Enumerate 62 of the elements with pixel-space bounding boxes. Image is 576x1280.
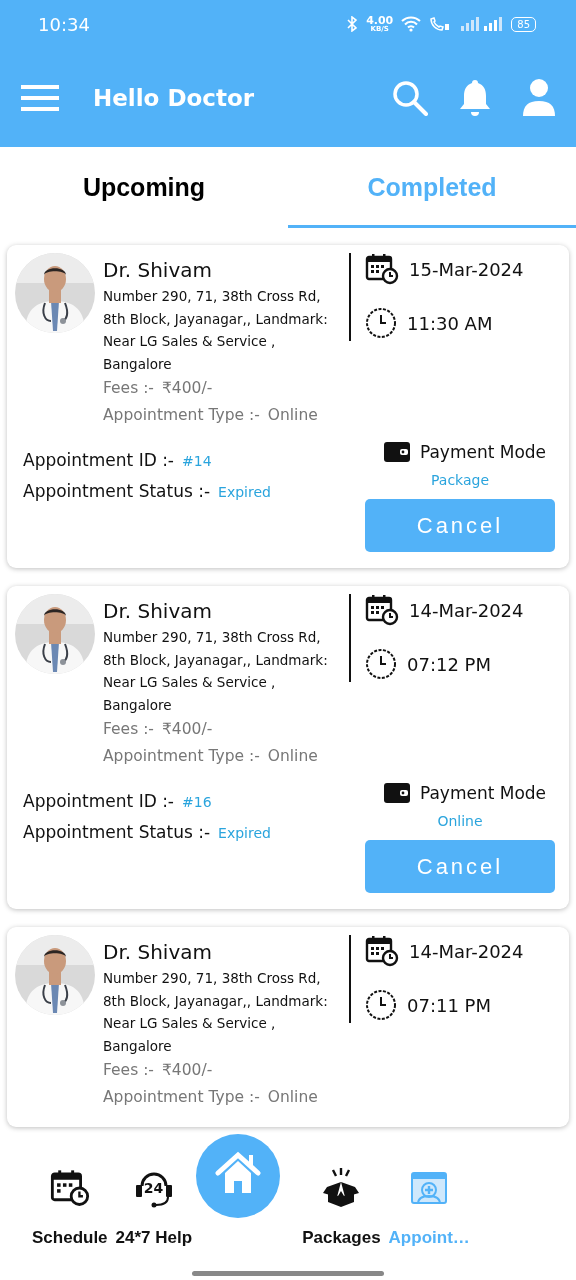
calendar-clock-icon: [365, 935, 399, 967]
wifi-icon: [401, 16, 422, 32]
payment-mode: Package: [431, 471, 489, 490]
fees-value: ₹400/-: [161, 1060, 213, 1081]
search-icon[interactable]: [392, 79, 428, 116]
battery-level: 85: [511, 16, 536, 32]
fees-label: Fees :-: [103, 378, 154, 399]
id-label: Appointment ID :-: [23, 790, 174, 813]
clock-icon: [365, 307, 397, 339]
status-time: 10:34: [38, 13, 90, 35]
status-label: Appointment Status :-: [23, 821, 211, 844]
calendar-clock-icon: [365, 594, 399, 626]
bell-icon[interactable]: [458, 77, 492, 118]
clock-icon: [365, 648, 397, 680]
id-label: Appointment ID :-: [23, 449, 174, 472]
house-icon: [214, 1151, 263, 1195]
wifi-call-icon: [429, 16, 452, 32]
nav-tab[interactable]: 24 24*7 Help: [111, 1152, 197, 1248]
fees-value: ₹400/-: [161, 719, 213, 740]
doctor-address: Number 290, 71, 38th Cross Rd, 8th Block, Jayanagar,, Landmark: Near LG Sales & Service , Bangalore: [103, 628, 329, 715]
nav-tab[interactable]: Packages: [298, 1152, 385, 1248]
appointment-date: 14-Mar-2024: [409, 940, 524, 962]
wallet-icon: [383, 442, 410, 462]
fees-label: Fees :-: [103, 719, 154, 740]
app-title: Hello Doctor: [93, 84, 256, 111]
bluetooth-icon: [346, 16, 359, 32]
calendar-clock-icon: [49, 1168, 90, 1208]
payment-mode: Online: [437, 812, 483, 831]
type-label: Appointment Type :-: [103, 746, 260, 767]
type-label: Appointment Type :-: [103, 405, 260, 426]
signal-icon: [459, 16, 504, 32]
appointment-time: 07:12 PM: [407, 653, 491, 675]
appointment-time: 07:11 PM: [407, 994, 491, 1016]
menu-icon[interactable]: [21, 84, 59, 111]
nav-tab[interactable]: Schedule: [28, 1152, 112, 1248]
doctor-name: Dr. Shivam: [103, 939, 213, 965]
type-label: Appointment Type :-: [103, 1087, 260, 1108]
open-box-icon: [321, 1168, 362, 1208]
status-label: Appointment Status :-: [23, 480, 211, 503]
appointment-status: Expired: [218, 483, 271, 502]
appointment-id: #14: [182, 452, 212, 471]
appointment-date: 15-Mar-2024: [409, 258, 524, 280]
clock-icon: [365, 989, 397, 1021]
help-icon-label: 24: [143, 1180, 164, 1196]
type-value: Online: [267, 746, 318, 767]
payment-label: Payment Mode: [419, 441, 547, 464]
doctor-address: Number 290, 71, 38th Cross Rd, 8th Block, Jayanagar,, Landmark: Near LG Sales & Service , Bangalore: [103, 287, 329, 374]
type-value: Online: [267, 1087, 318, 1108]
appointment-id: #16: [182, 793, 212, 812]
payment-label: Payment Mode: [419, 782, 547, 805]
fees-value: ₹400/-: [161, 378, 213, 399]
doctor-name: Dr. Shivam: [103, 598, 213, 624]
doctor-address: Number 290, 71, 38th Cross Rd, 8th Block, Jayanagar,, Landmark: Near LG Sales & Service , Bangalore: [103, 969, 329, 1056]
fees-label: Fees :-: [103, 1060, 154, 1081]
user-icon[interactable]: [522, 77, 556, 118]
appointment-status: Expired: [218, 824, 271, 843]
calendar-clock-icon: [365, 253, 399, 285]
doctor-name: Dr. Shivam: [103, 257, 213, 283]
appointment-date: 14-Mar-2024: [409, 599, 524, 621]
wallet-icon: [383, 783, 410, 803]
type-value: Online: [267, 405, 318, 426]
appointment-time: 11:30 AM: [407, 312, 493, 334]
